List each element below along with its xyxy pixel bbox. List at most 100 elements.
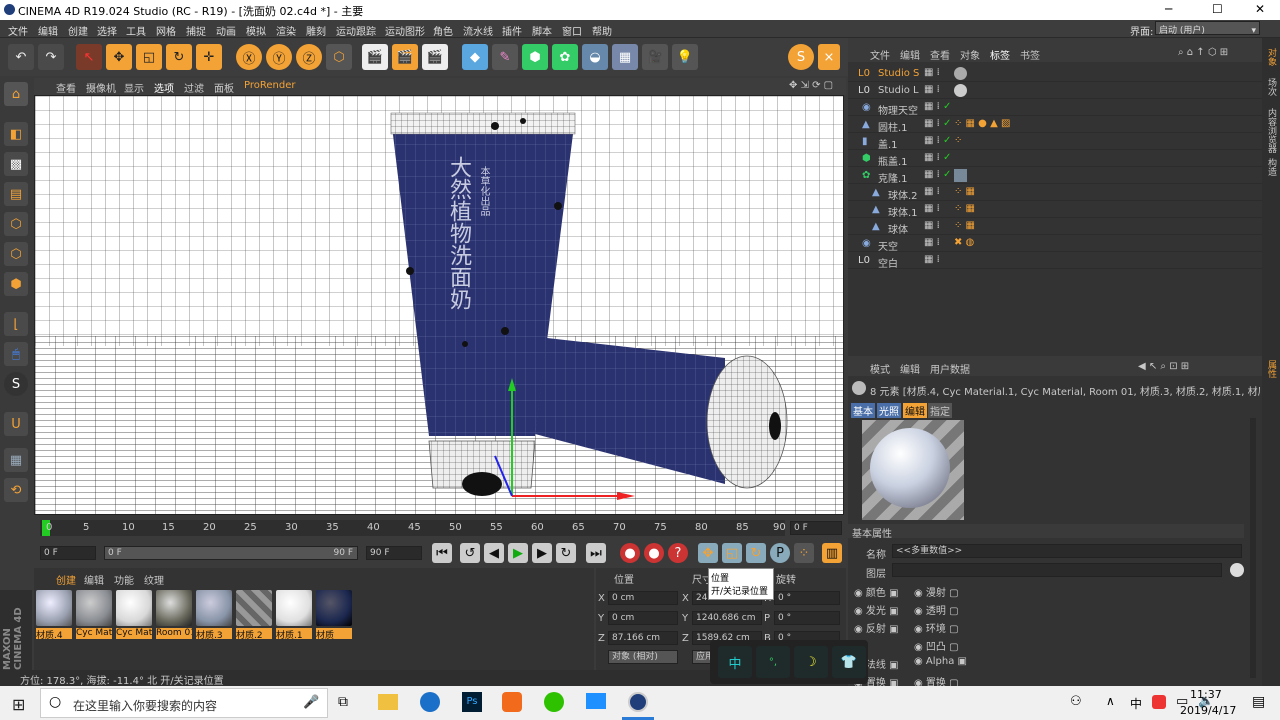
file-explorer-icon[interactable]	[378, 694, 398, 710]
position-x-field[interactable]: 0 cm	[608, 591, 678, 605]
menu-help[interactable]: 帮助	[592, 23, 612, 38]
model-mode-icon[interactable]: ◧	[4, 122, 28, 146]
clock-time[interactable]: 11:37	[1190, 688, 1222, 701]
channel-bump[interactable]: ◉ 凹凸 ▢	[914, 638, 959, 653]
camera-icon[interactable]: 🎥	[642, 44, 668, 70]
photoshop-icon[interactable]: Ps	[462, 692, 482, 712]
previous-key-icon[interactable]: ↺	[460, 543, 480, 563]
scale-icon[interactable]: ◱	[136, 44, 162, 70]
menu-script[interactable]: 脚本	[532, 23, 552, 38]
menu-render[interactable]: 渲染	[276, 23, 296, 38]
next-key-icon[interactable]: ↻	[556, 543, 576, 563]
tab-basic[interactable]: 基本	[851, 403, 875, 418]
record-scale-icon[interactable]: ◱	[722, 543, 742, 563]
tab-illumination[interactable]: 光照	[877, 403, 901, 418]
name-field[interactable]: <<多重数值>>	[892, 544, 1242, 558]
cinema4d-taskbar-icon[interactable]	[628, 692, 648, 712]
viewport-menu-display[interactable]: 显示	[124, 80, 144, 95]
s-plugin-icon[interactable]: S	[788, 44, 814, 70]
obj-menu-file[interactable]: 文件	[870, 47, 890, 62]
menu-select[interactable]: 选择	[97, 23, 117, 38]
material-swatch[interactable]	[316, 590, 352, 626]
tweak-mode-icon[interactable]: 🖱	[4, 342, 28, 366]
render-settings-icon[interactable]: 🎬	[422, 44, 448, 70]
mat-menu-create[interactable]: 创建	[56, 572, 76, 587]
minimize-button[interactable]: ─	[1165, 2, 1172, 16]
rotate-icon[interactable]: ↻	[166, 44, 192, 70]
vtab-content-browser[interactable]: 内容浏览器	[1264, 108, 1278, 153]
render-picture-viewer-icon[interactable]: 🎬	[392, 44, 418, 70]
object-row[interactable]: ▮ 盖.1 ▦ ⁞ ✓ ⁘	[848, 134, 1280, 151]
arrows-plugin-icon[interactable]: ⨯	[818, 44, 840, 70]
end-frame-field[interactable]: 90 F	[366, 546, 422, 560]
record-keys-icon[interactable]: ●	[620, 543, 640, 563]
position-z-field[interactable]: 87.166 cm	[608, 631, 678, 645]
channel-alpha[interactable]: ◉ Alpha ▣	[914, 656, 967, 667]
3d-viewport[interactable]: 大然植物洗面奶 本草化出品	[34, 95, 844, 515]
cube-icon[interactable]: ◆	[462, 44, 488, 70]
taskbar-search-box[interactable]: ○ 在这里输入你要搜索的内容 🎤	[40, 688, 328, 718]
object-row[interactable]: ✿ 克隆.1 ▦ ⁞ ✓	[848, 168, 1280, 185]
viewport-menu-view[interactable]: 查看	[56, 80, 76, 95]
menu-pipeline[interactable]: 流水线	[463, 23, 493, 38]
obj-menu-view[interactable]: 查看	[930, 47, 950, 62]
ime-punctuation-button[interactable]: °,	[756, 646, 790, 678]
people-icon[interactable]: ⚇	[1070, 694, 1082, 709]
polygons-mode-icon[interactable]: ⬢	[4, 272, 28, 296]
object-row[interactable]: L0 空白 ▦ ⁞	[848, 253, 1280, 270]
layout-select[interactable]: 启动 (用户) ▾	[1155, 21, 1260, 36]
viewport-nav-icons[interactable]: ✥ ⇲ ⟳ ▢	[789, 80, 833, 91]
material-swatch[interactable]	[156, 590, 192, 626]
task-view-icon[interactable]: ⧉	[338, 694, 348, 710]
channel-environment[interactable]: ◉ 环境 ▢	[914, 620, 959, 635]
vtab-structure[interactable]: 构造	[1264, 158, 1278, 176]
subdivision-icon[interactable]: ⬢	[522, 44, 548, 70]
vtab-takes[interactable]: 场次	[1264, 78, 1278, 96]
material-swatch[interactable]	[196, 590, 232, 626]
windows-start-icon[interactable]: ⊞	[12, 695, 25, 714]
channel-luminance[interactable]: ◉ 发光 ▣	[854, 602, 899, 617]
go-to-end-icon[interactable]: ⏭	[586, 543, 606, 563]
redo-icon[interactable]: ↷	[38, 44, 64, 70]
microphone-icon[interactable]: 🎤	[303, 695, 319, 710]
viewport-menu-prorender[interactable]: ProRender	[244, 80, 295, 91]
wechat-icon[interactable]	[544, 692, 564, 712]
timeline-window-icon[interactable]: ▥	[822, 543, 842, 563]
grid-lock-icon[interactable]: ▦	[4, 448, 28, 472]
close-button[interactable]: ✕	[1255, 2, 1265, 16]
x-axis-icon[interactable]: Ⓧ	[236, 44, 262, 70]
go-to-start-icon[interactable]: ⏮	[432, 543, 452, 563]
render-view-icon[interactable]: 🎬	[362, 44, 388, 70]
undo-icon[interactable]: ↶	[8, 44, 34, 70]
texture-mode-icon[interactable]: ▩	[4, 152, 28, 176]
vtab-attributes[interactable]: 属性	[1264, 360, 1278, 378]
menu-mograph[interactable]: 运动图形	[385, 23, 425, 38]
ime-skin-button[interactable]: 👕	[832, 646, 866, 678]
make-editable-icon[interactable]: ⌂	[4, 82, 28, 106]
menu-sculpt[interactable]: 雕刻	[306, 23, 326, 38]
transform-icon[interactable]: ✛	[196, 44, 222, 70]
position-y-field[interactable]: 0 cm	[608, 611, 678, 625]
layer-picker-icon[interactable]	[1230, 563, 1244, 577]
viewport-menu-panel[interactable]: 面板	[214, 80, 234, 95]
mat-menu-texture[interactable]: 纹理	[144, 572, 164, 587]
coordinate-system-icon[interactable]: ⬡	[326, 44, 352, 70]
attr-menu-userdata[interactable]: 用户数据	[930, 361, 970, 376]
play-icon[interactable]: ▶	[508, 543, 528, 563]
obj-nav-icons[interactable]: ⌕ ⌂ ↑ ⬡ ⊞	[1178, 47, 1228, 58]
material-swatch[interactable]	[36, 590, 72, 626]
object-row[interactable]: ⬢ 瓶盖.1 ▦ ⁞ ✓	[848, 151, 1280, 168]
pen-icon[interactable]: ✎	[492, 44, 518, 70]
menu-character[interactable]: 角色	[433, 23, 453, 38]
material-swatch[interactable]	[76, 590, 112, 626]
layer-field[interactable]	[892, 563, 1222, 577]
vtab-objects[interactable]: 对象	[1264, 48, 1278, 66]
notification-icon[interactable]: ▤	[1252, 694, 1265, 710]
workplane-icon[interactable]: ▤	[4, 182, 28, 206]
browser-icon[interactable]	[420, 692, 440, 712]
obj-menu-object[interactable]: 对象	[960, 47, 980, 62]
menu-simulate[interactable]: 模拟	[246, 23, 266, 38]
attr-scrollbar[interactable]	[1250, 418, 1256, 678]
menu-snap[interactable]: 捕捉	[186, 23, 206, 38]
chevron-up-icon[interactable]: ∧	[1106, 694, 1115, 708]
